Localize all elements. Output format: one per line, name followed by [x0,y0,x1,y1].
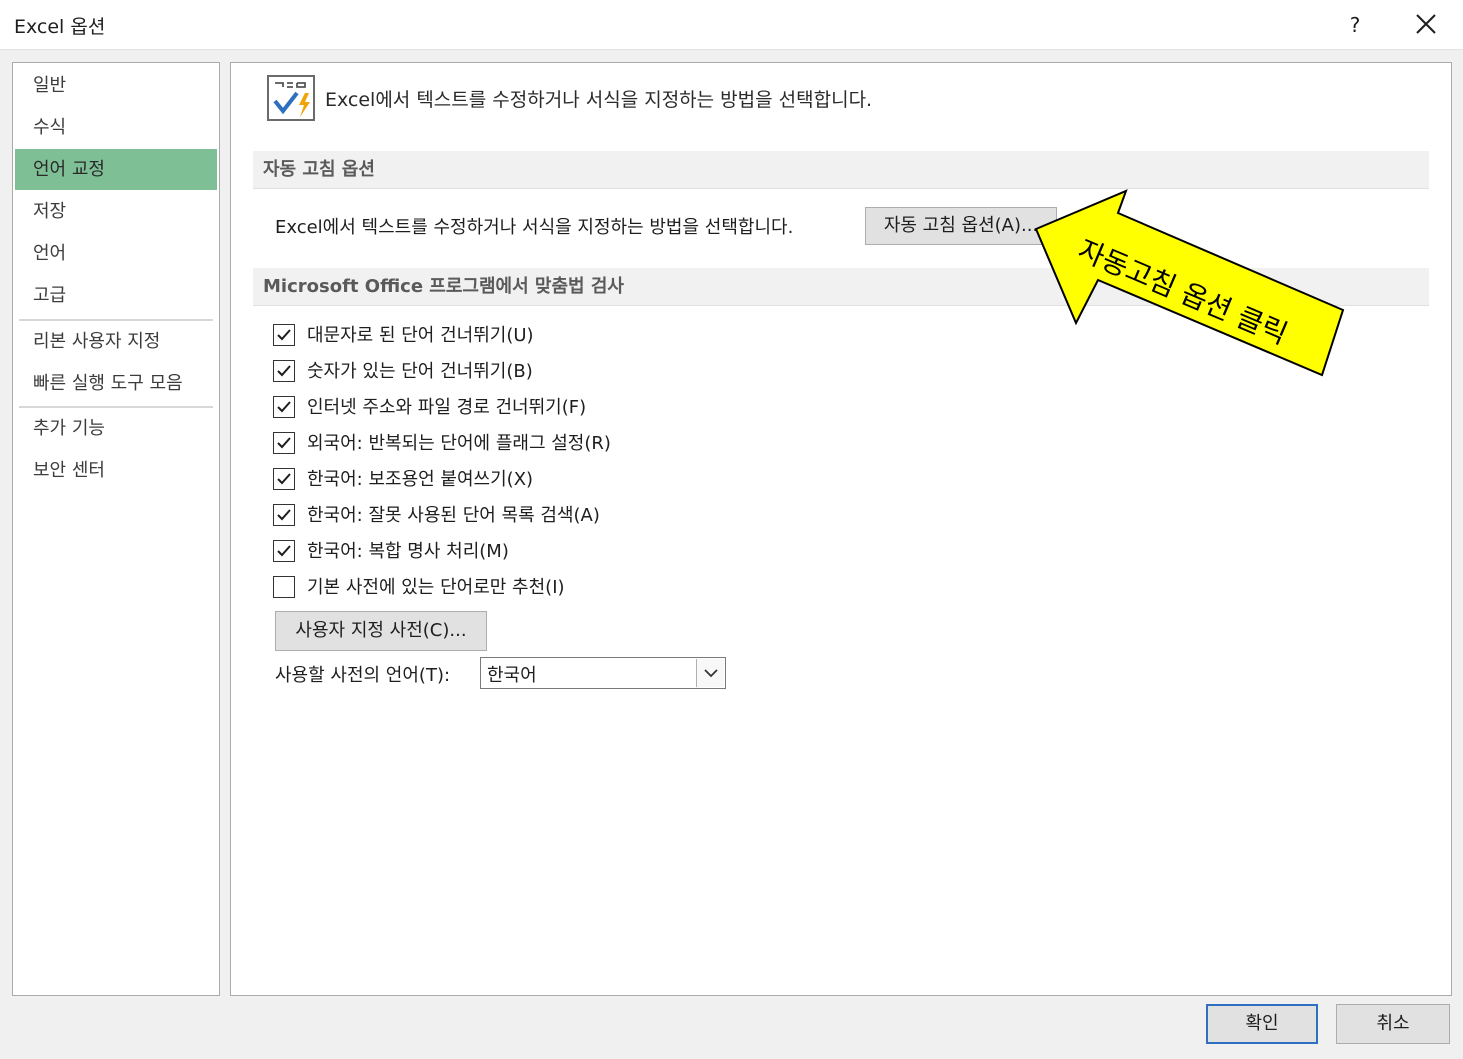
page-description: Excel에서 텍스트를 수정하거나 서식을 지정하는 방법을 선택합니다. [325,89,873,111]
dictionary-language-label: 사용할 사전의 언어(T): [275,665,451,686]
sidebar-item-customize-ribbon[interactable]: 리본 사용자 지정 [15,321,217,362]
checkbox[interactable] [273,540,295,562]
option-label: 한국어: 복합 명사 처리(M) [307,541,509,562]
option-label: 숫자가 있는 단어 건너뛰기(B) [307,361,533,382]
sidebar-item-save[interactable]: 저장 [15,191,217,232]
autocorrect-section-title: 자동 고침 옵션 [253,151,1429,189]
checkbox[interactable] [273,576,295,598]
sidebar: 일반 수식 언어 교정 저장 언어 고급 리본 사용자 지정 빠른 실행 도구 … [12,62,220,996]
dictionary-language-select[interactable]: 한국어 [480,657,726,689]
sidebar-item-add-ins[interactable]: 추가 기능 [15,408,217,449]
checkbox[interactable] [273,396,295,418]
option-label: 한국어: 보조용언 붙여쓰기(X) [307,469,534,490]
sidebar-item-formulas[interactable]: 수식 [15,107,217,148]
sidebar-item-quick-access-toolbar[interactable]: 빠른 실행 도구 모음 [15,363,217,404]
sidebar-item-proofing[interactable]: 언어 교정 [15,149,217,190]
checkmark-icon [277,437,291,449]
dictionary-language-value: 한국어 [487,665,537,686]
help-button[interactable]: ? [1330,6,1380,44]
checkbox[interactable] [273,468,295,490]
option-label: 외국어: 반복되는 단어에 플래그 설정(R) [307,433,611,454]
dropdown-button[interactable] [696,659,724,687]
autocorrect-description: Excel에서 텍스트를 수정하거나 서식을 지정하는 방법을 선택합니다. [275,217,794,238]
close-icon [1416,14,1436,34]
ok-button[interactable]: 확인 [1206,1004,1318,1044]
sidebar-item-general[interactable]: 일반 [15,65,217,106]
title-bar: Excel 옵션 ? [0,0,1463,50]
checkmark-icon [277,473,291,485]
checkbox[interactable] [273,360,295,382]
sidebar-item-language[interactable]: 언어 [15,233,217,274]
autocorrect-options-button[interactable]: 자동 고침 옵션(A)... [865,207,1057,245]
option-label: 한국어: 잘못 사용된 단어 목록 검색(A) [307,505,600,526]
checkbox[interactable] [273,432,295,454]
option-label: 인터넷 주소와 파일 경로 건너뛰기(F) [307,397,587,418]
option-label: 대문자로 된 단어 건너뛰기(U) [307,325,534,346]
proofing-icon [267,75,315,121]
annotation-arrow: 자동고침 옵션 클릭 [1034,189,1345,377]
window-title: Excel 옵션 [14,16,106,38]
sidebar-item-trust-center[interactable]: 보안 센터 [15,450,217,491]
cancel-button[interactable]: 취소 [1336,1004,1450,1044]
checkmark-icon [277,329,291,341]
close-button[interactable] [1400,4,1452,44]
option-label: 기본 사전에 있는 단어로만 추천(I) [307,577,565,598]
checkmark-icon [277,401,291,413]
checkmark-icon [277,365,291,377]
chevron-down-icon [704,669,718,678]
custom-dictionaries-button[interactable]: 사용자 지정 사전(C)... [275,611,487,651]
checkmark-icon [277,545,291,557]
checkmark-icon [277,509,291,521]
sidebar-item-advanced[interactable]: 고급 [15,275,217,316]
checkbox[interactable] [273,504,295,526]
checkbox[interactable] [273,324,295,346]
